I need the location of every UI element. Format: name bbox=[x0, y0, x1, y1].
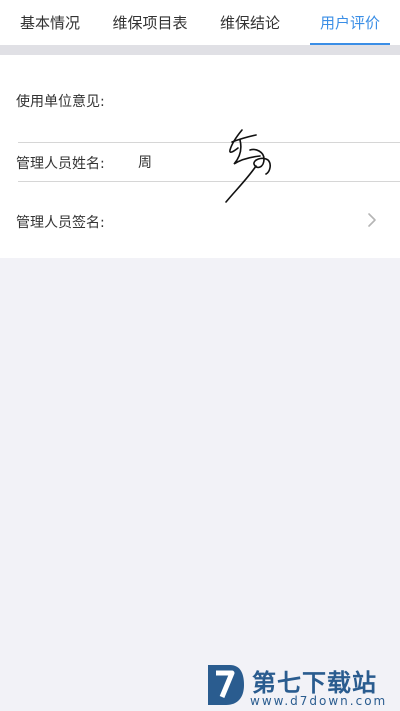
manager-signature-image bbox=[225, 129, 271, 203]
d7-logo-icon bbox=[208, 665, 244, 705]
tab-maintenance-conclusion[interactable]: 维保结论 bbox=[200, 0, 300, 45]
manager-name-value: 周 bbox=[138, 155, 152, 171]
manager-name-row[interactable]: 管理人员姓名: 周 bbox=[0, 143, 400, 181]
watermark: 第七下载站 www.d7down.com bbox=[204, 661, 398, 709]
chevron-right-icon bbox=[368, 213, 376, 227]
manager-sign-label: 管理人员签名: bbox=[16, 215, 105, 231]
manager-sign-row[interactable]: 管理人员签名: bbox=[0, 182, 400, 258]
watermark-title: 第七下载站 bbox=[252, 669, 377, 697]
opinion-row[interactable]: 使用单位意见: bbox=[0, 55, 400, 142]
manager-name-label: 管理人员姓名: bbox=[16, 156, 105, 172]
tab-bar: 基本情况 维保项目表 维保结论 用户评价 bbox=[0, 0, 400, 45]
watermark-url: www.d7down.com bbox=[250, 694, 388, 708]
opinion-label: 使用单位意见: bbox=[16, 94, 105, 110]
tab-divider bbox=[0, 45, 400, 55]
tab-user-evaluation[interactable]: 用户评价 bbox=[300, 0, 400, 45]
tab-basic-info[interactable]: 基本情况 bbox=[0, 0, 100, 45]
tab-maintenance-items[interactable]: 维保项目表 bbox=[100, 0, 200, 45]
evaluation-form: 使用单位意见: 管理人员姓名: 周 管理人员签名: bbox=[0, 55, 400, 258]
